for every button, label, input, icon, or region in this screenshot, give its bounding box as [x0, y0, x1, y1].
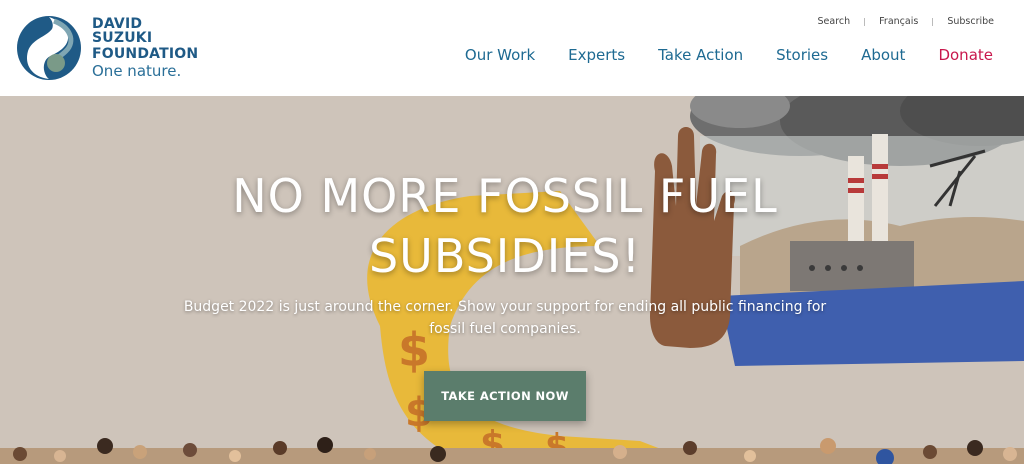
utility-divider	[864, 17, 866, 26]
utility-divider	[932, 17, 934, 26]
main-nav: Our Work Experts Take Action Stories Abo…	[432, 46, 993, 64]
logo-icon	[16, 15, 82, 81]
nav-item-stories[interactable]: Stories	[776, 46, 828, 64]
utility-link-subscribe[interactable]: Subscribe	[947, 16, 994, 27]
nav-item-experts[interactable]: Experts	[568, 46, 625, 64]
logo-name-line1: DAVID SUZUKI	[92, 16, 153, 46]
logo-name-line2: FOUNDATION	[92, 46, 199, 62]
site-header: DAVID SUZUKI FOUNDATION One nature. Sear…	[0, 0, 1024, 96]
site-logo[interactable]: DAVID SUZUKI FOUNDATION One nature.	[16, 14, 206, 82]
utility-nav: Search Français Subscribe	[818, 16, 994, 27]
utility-link-search[interactable]: Search	[818, 16, 851, 27]
nav-item-donate[interactable]: Donate	[938, 46, 993, 64]
nav-item-take-action[interactable]: Take Action	[658, 46, 743, 64]
nav-item-our-work[interactable]: Our Work	[465, 46, 535, 64]
hero-title-line2: SUBSIDIES!	[368, 229, 642, 283]
hero-title: NO MORE FOSSIL FUEL SUBSIDIES!	[0, 166, 1010, 286]
logo-tagline: One nature.	[92, 62, 182, 80]
nav-item-about[interactable]: About	[861, 46, 905, 64]
hero-banner: $ $ $ $ NO MORE FOSSIL FUEL SUBSIDIES! B…	[0, 96, 1024, 464]
hero-title-line1: NO MORE FOSSIL FUEL	[232, 169, 778, 223]
hero-subtitle: Budget 2022 is just around the corner. S…	[183, 299, 827, 337]
take-action-button[interactable]: TAKE ACTION NOW	[424, 371, 586, 421]
utility-link-language[interactable]: Français	[879, 16, 918, 27]
